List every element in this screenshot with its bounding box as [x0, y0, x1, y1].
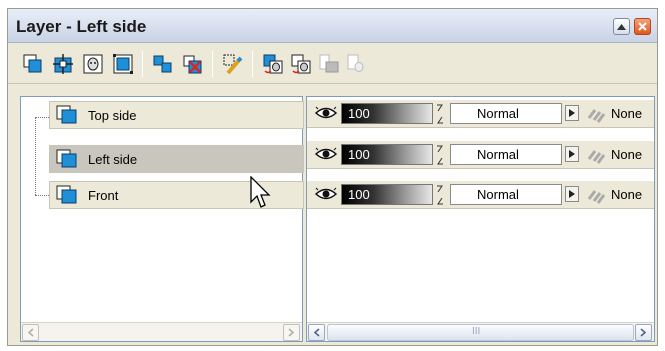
blend-mode-arrow-button[interactable] [565, 186, 579, 202]
raster-layer-icon [56, 105, 77, 124]
chain-link-icon[interactable] [585, 185, 607, 205]
chevron-right-icon [640, 328, 647, 337]
new-adjustment-layer-icon [53, 54, 73, 74]
raster-layer-icon [56, 149, 77, 168]
tree-connector [35, 195, 49, 196]
palette-title: Layer - Left side [16, 17, 147, 36]
scroll-left-button[interactable] [22, 324, 39, 341]
opacity-value: 100 [348, 147, 370, 162]
new-layer-button[interactable] [22, 53, 44, 75]
layer-row-top-side[interactable]: Top side [49, 101, 304, 129]
blend-mode-dropdown[interactable]: Normal [450, 103, 562, 124]
mask-invert-icon [291, 54, 311, 74]
raster-layer-icon [56, 185, 77, 204]
toolbar-separator [212, 51, 213, 77]
left-horizontal-scrollbar[interactable] [21, 322, 302, 341]
mouse-pointer-icon [250, 176, 271, 208]
scroll-right-button[interactable] [635, 324, 652, 341]
blend-mode-value: Normal [477, 106, 519, 121]
scroll-right-button[interactable] [283, 324, 300, 341]
mask-from-image-button[interactable] [262, 53, 284, 75]
new-mask-layer-button[interactable] [82, 53, 104, 75]
mask-from-image-icon [263, 54, 283, 74]
new-adjustment-layer-button[interactable] [52, 53, 74, 75]
tree-connector [35, 117, 49, 118]
toolbar-separator [252, 51, 253, 77]
close-x-icon [638, 22, 647, 31]
properties-row: 100 Normal None [307, 100, 654, 128]
layer-row-left-side[interactable]: Left side [49, 145, 304, 173]
link-set-value: None [611, 106, 643, 121]
blend-mode-dropdown[interactable]: Normal [450, 144, 562, 165]
layer-name: Front [88, 187, 119, 203]
delete-layer-icon [183, 55, 202, 74]
mask-disabled-icon [319, 54, 339, 73]
new-vector-layer-button[interactable] [112, 53, 134, 75]
delete-layer-button[interactable] [182, 53, 204, 75]
link-set-value: None [611, 187, 643, 202]
spin-arrows-icon[interactable] [435, 184, 445, 206]
mask-disabled-button[interactable] [318, 53, 340, 75]
layer-list-pane: Top side Left side Front [20, 96, 304, 342]
blend-mode-value: Normal [477, 147, 519, 162]
spin-arrows-icon[interactable] [435, 103, 445, 125]
chain-link-icon[interactable] [585, 145, 607, 165]
eye-icon[interactable] [315, 147, 337, 161]
mask-delete-disabled-button[interactable] [346, 53, 368, 75]
chevron-left-icon [313, 328, 320, 337]
blend-mode-dropdown[interactable]: Normal [450, 184, 562, 205]
opacity-value: 100 [348, 106, 370, 121]
link-set-value: None [611, 147, 643, 162]
mask-delete-disabled-icon [347, 54, 364, 72]
scrollbar-grip: III [472, 326, 481, 337]
blend-mode-arrow-button[interactable] [565, 146, 579, 162]
layer-name: Left side [88, 151, 138, 167]
opacity-slider[interactable]: 100 [341, 103, 433, 124]
close-button[interactable] [634, 18, 651, 35]
new-vector-layer-icon [113, 54, 133, 74]
eye-icon[interactable] [315, 187, 337, 201]
triangle-right-icon [569, 150, 575, 158]
opacity-slider[interactable]: 100 [341, 184, 433, 205]
spin-arrows-icon[interactable] [435, 144, 445, 166]
chevron-left-icon [27, 328, 34, 337]
eye-icon[interactable] [315, 106, 337, 120]
mask-invert-button[interactable] [290, 53, 312, 75]
properties-row: 100 Normal None [307, 141, 654, 169]
opacity-value: 100 [348, 187, 370, 202]
tree-connector [35, 117, 36, 195]
scrollbar-thumb[interactable]: III [327, 324, 634, 341]
triangle-right-icon [569, 190, 575, 198]
minimize-button[interactable] [613, 18, 630, 35]
layer-name: Top side [88, 107, 137, 123]
blend-mode-value: Normal [477, 187, 519, 202]
chevron-right-icon [288, 328, 295, 337]
scroll-left-button[interactable] [308, 324, 325, 341]
layer-palette: Layer - Left side Top side Left side Fro… [7, 8, 658, 346]
title-bar[interactable]: Layer - Left side [8, 9, 657, 43]
opacity-slider[interactable]: 100 [341, 144, 433, 165]
properties-row: 100 Normal None [307, 181, 654, 209]
duplicate-layer-icon [153, 55, 172, 73]
edit-selection-icon [223, 54, 243, 75]
toolbar-separator [142, 51, 143, 77]
duplicate-layer-button[interactable] [152, 53, 174, 75]
triangle-up-icon [617, 23, 626, 30]
right-horizontal-scrollbar[interactable]: III [307, 322, 654, 341]
new-layer-icon [23, 54, 42, 73]
edit-selection-button[interactable] [222, 53, 244, 75]
chain-link-icon[interactable] [585, 104, 607, 124]
triangle-right-icon [569, 109, 575, 117]
layer-properties-pane: 100 Normal None 100 Normal None 100 Norm… [306, 96, 655, 342]
new-mask-layer-icon [83, 54, 103, 74]
blend-mode-arrow-button[interactable] [565, 105, 579, 121]
layer-toolbar [8, 44, 657, 84]
